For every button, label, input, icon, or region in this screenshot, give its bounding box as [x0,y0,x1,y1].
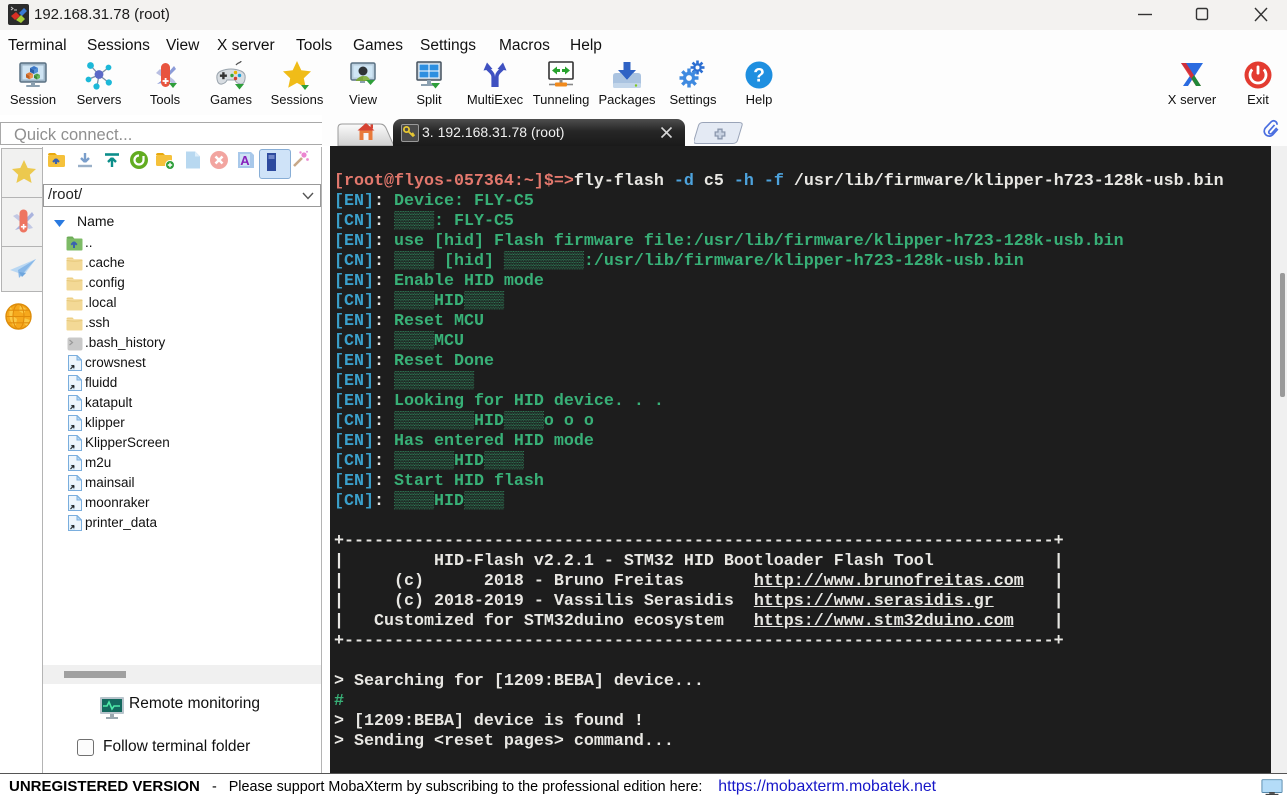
svg-text:?: ? [753,66,765,87]
